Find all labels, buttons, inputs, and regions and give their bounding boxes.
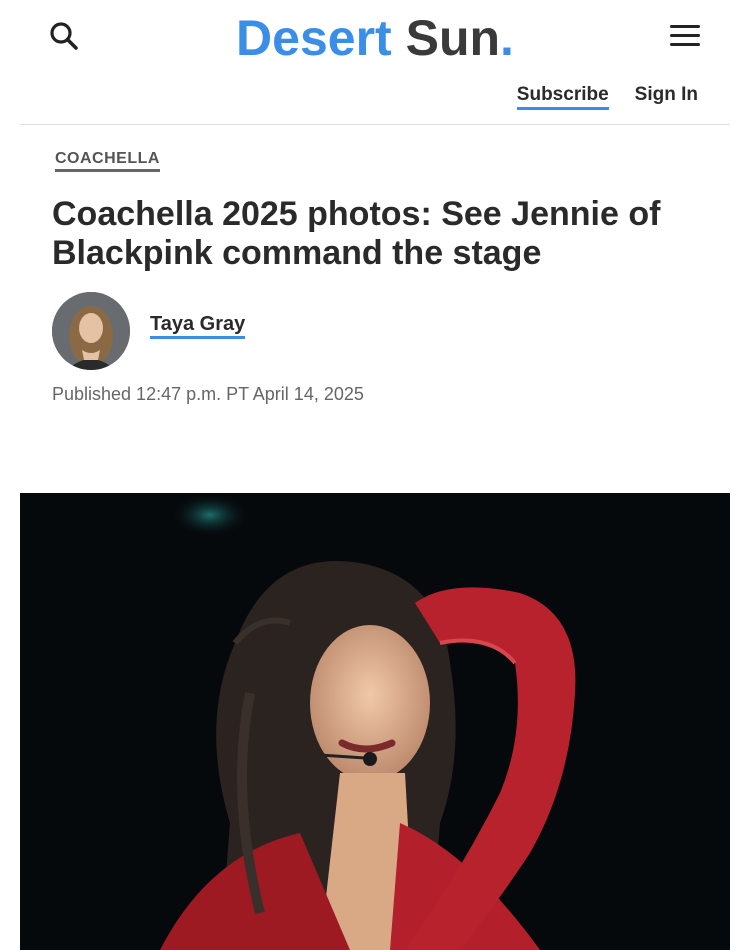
search-button[interactable]: [48, 20, 82, 54]
site-logo[interactable]: Desert Sun.: [0, 10, 750, 66]
logo-word-desert: Desert: [236, 10, 392, 66]
menu-button[interactable]: [668, 22, 702, 52]
section-label[interactable]: COACHELLA: [55, 150, 160, 172]
article-page: Desert Sun. Subscribe Sign In COACHELLA …: [0, 0, 750, 950]
article-headline: Coachella 2025 photos: See Jennie of Bla…: [52, 195, 661, 272]
logo-dot: .: [500, 10, 514, 66]
subscribe-link[interactable]: Subscribe: [516, 84, 609, 110]
author-avatar[interactable]: [52, 292, 130, 370]
site-header: Desert Sun. Subscribe Sign In: [0, 0, 750, 124]
search-icon: [50, 22, 78, 50]
author-name-link[interactable]: Taya Gray: [150, 313, 246, 339]
logo-word-sun: Sun: [405, 10, 501, 66]
header-divider: [20, 124, 730, 125]
published-timestamp: Published 12:47 p.m. PT April 14, 2025: [52, 384, 364, 404]
hamburger-menu-icon: [668, 25, 702, 46]
byline: Taya Gray: [52, 292, 246, 370]
header-actions: Subscribe Sign In: [516, 84, 698, 110]
hero-photo[interactable]: [20, 493, 730, 950]
sign-in-link[interactable]: Sign In: [635, 84, 698, 110]
